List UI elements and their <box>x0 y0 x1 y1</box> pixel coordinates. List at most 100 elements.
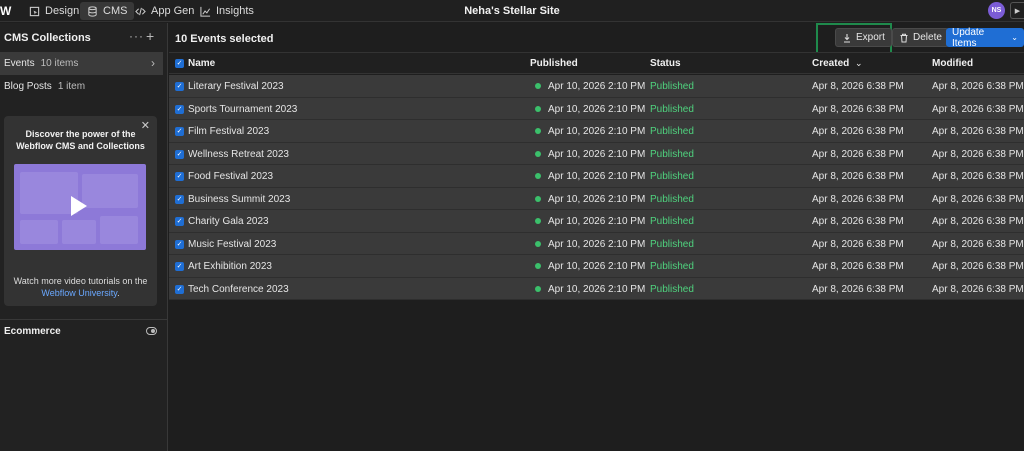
delete-button[interactable]: Delete <box>892 28 949 47</box>
row-published: Apr 10, 2026 2:10 PM <box>548 81 646 92</box>
row-status: Published <box>650 283 694 295</box>
update-items-label: Update Items <box>952 26 985 49</box>
published-dot-icon <box>535 105 541 112</box>
promo-title: Discover the power of the Webflow CMS an… <box>16 129 145 151</box>
row-modified: Apr 8, 2026 6:38 PM <box>932 103 1024 115</box>
row-name: Music Festival 2023 <box>188 238 277 250</box>
column-published[interactable]: Published <box>530 58 578 69</box>
top-bar: W Design CMS App Gen Insights Neha's Ste… <box>0 0 1024 22</box>
row-checkbox[interactable]: ✓ <box>175 262 184 271</box>
row-name: Wellness Retreat 2023 <box>188 148 289 160</box>
published-dot-icon <box>535 173 541 179</box>
sort-chevron-icon: ⌄ <box>855 58 863 68</box>
table-row[interactable]: ✓ Charity Gala 2023 Apr 10, 2026 2:10 PM… <box>169 210 1024 233</box>
row-checkbox[interactable]: ✓ <box>175 172 184 181</box>
table-row[interactable]: ✓ Wellness Retreat 2023 Apr 10, 2026 2:1… <box>169 142 1024 165</box>
row-status: Published <box>650 126 694 137</box>
table-row[interactable]: ✓ Film Festival 2023 Apr 10, 2026 2:10 P… <box>169 120 1024 143</box>
row-name: Charity Gala 2023 <box>188 216 269 227</box>
table-row[interactable]: ✓ Literary Festival 2023 Apr 10, 2026 2:… <box>169 75 1024 98</box>
table-row[interactable]: ✓ Art Exhibition 2023 Apr 10, 2026 2:10 … <box>169 255 1024 278</box>
row-created: Apr 8, 2026 6:38 PM <box>812 81 904 92</box>
collection-count: 10 items <box>40 58 79 69</box>
published-dot-icon <box>535 240 541 247</box>
chevron-down-icon: ⌄ <box>1011 33 1018 42</box>
table-row[interactable]: ✓ Business Summit 2023 Apr 10, 2026 2:10… <box>169 187 1024 210</box>
column-status[interactable]: Status <box>650 58 681 69</box>
export-icon <box>844 33 850 43</box>
row-status: Published <box>650 193 694 205</box>
row-name: Food Festival 2023 <box>188 171 274 182</box>
row-created: Apr 8, 2026 6:38 PM <box>812 261 904 272</box>
more-options-icon[interactable]: ··· <box>129 29 144 43</box>
table-row[interactable]: ✓ Tech Conference 2023 Apr 10, 2026 2:10… <box>169 277 1024 300</box>
selection-title: 10 Events selected <box>175 33 274 45</box>
published-dot-icon <box>535 128 541 134</box>
ecommerce-label: Ecommerce <box>4 326 61 337</box>
row-checkbox[interactable]: ✓ <box>175 149 184 159</box>
row-checkbox[interactable]: ✓ <box>175 104 184 114</box>
column-created-label: Created <box>812 58 850 69</box>
row-checkbox[interactable]: ✓ <box>175 194 184 204</box>
row-published: Apr 10, 2026 2:10 PM <box>548 193 646 205</box>
tab-app-gen[interactable]: App Gen <box>128 2 201 20</box>
row-published: Apr 10, 2026 2:10 PM <box>548 126 646 137</box>
column-created[interactable]: Created ⌄ <box>812 58 863 69</box>
row-checkbox[interactable]: ✓ <box>175 284 184 294</box>
webflow-logo[interactable]: W <box>0 4 14 18</box>
row-published: Apr 10, 2026 2:10 PM <box>548 103 646 115</box>
row-created: Apr 8, 2026 6:38 PM <box>812 126 904 137</box>
row-checkbox[interactable]: ✓ <box>175 127 184 136</box>
row-name: Business Summit 2023 <box>188 193 291 205</box>
promo-footer-end: . <box>117 288 120 298</box>
tab-design[interactable]: Design <box>22 2 86 20</box>
row-checkbox[interactable]: ✓ <box>175 239 184 249</box>
promo-video-thumbnail[interactable] <box>14 164 146 250</box>
published-dot-icon <box>535 150 541 157</box>
tab-insights[interactable]: Insights <box>193 2 261 20</box>
collection-name: Events <box>4 58 35 69</box>
row-status: Published <box>650 216 694 227</box>
row-modified: Apr 8, 2026 6:38 PM <box>932 238 1024 250</box>
row-modified: Apr 8, 2026 6:38 PM <box>932 81 1024 92</box>
row-published: Apr 10, 2026 2:10 PM <box>548 148 646 160</box>
tab-cms[interactable]: CMS <box>80 2 135 20</box>
chart-icon <box>200 6 211 17</box>
published-dot-icon <box>535 218 541 224</box>
row-status: Published <box>650 261 694 272</box>
row-checkbox[interactable]: ✓ <box>175 82 184 91</box>
sidebar-item-blog-posts[interactable]: Blog Posts 1 item <box>0 75 163 98</box>
add-collection-icon[interactable]: + <box>146 28 154 44</box>
chevron-right-icon: › <box>151 56 155 70</box>
preview-play-icon[interactable]: ▶ <box>1010 2 1024 19</box>
sidebar-title: CMS Collections <box>4 32 91 44</box>
row-created: Apr 8, 2026 6:38 PM <box>812 171 904 182</box>
export-button[interactable]: Export <box>835 28 892 47</box>
table-row[interactable]: ✓ Food Festival 2023 Apr 10, 2026 2:10 P… <box>169 165 1024 188</box>
sidebar-item-events[interactable]: Events 10 items › <box>0 52 163 75</box>
ecommerce-toggle[interactable] <box>146 327 157 335</box>
published-dot-icon <box>535 263 541 269</box>
row-modified: Apr 8, 2026 6:38 PM <box>932 216 1024 227</box>
table-header: ✓ Name Published Status Created ⌄ Modifi… <box>169 52 1024 74</box>
table-row[interactable]: ✓ Sports Tournament 2023 Apr 10, 2026 2:… <box>169 97 1024 120</box>
row-published: Apr 10, 2026 2:10 PM <box>548 216 646 227</box>
column-name[interactable]: Name <box>188 58 215 69</box>
trash-icon <box>900 33 908 42</box>
row-published: Apr 10, 2026 2:10 PM <box>548 238 646 250</box>
play-icon[interactable] <box>71 196 87 216</box>
tab-design-label: Design <box>45 5 80 17</box>
webflow-university-link[interactable]: Webflow University <box>41 288 117 298</box>
column-modified[interactable]: Modified <box>932 58 973 69</box>
row-status: Published <box>650 171 694 182</box>
update-items-button[interactable]: Update Items ⌄ <box>946 26 1024 49</box>
table-row[interactable]: ✓ Music Festival 2023 Apr 10, 2026 2:10 … <box>169 232 1024 255</box>
delete-label: Delete <box>913 32 942 43</box>
row-status: Published <box>650 81 694 92</box>
avatar[interactable]: NS <box>988 2 1005 19</box>
row-name: Literary Festival 2023 <box>188 81 284 92</box>
select-all-checkbox[interactable]: ✓ <box>175 59 184 68</box>
row-modified: Apr 8, 2026 6:38 PM <box>932 126 1024 137</box>
row-checkbox[interactable]: ✓ <box>175 217 184 226</box>
row-modified: Apr 8, 2026 6:38 PM <box>932 283 1024 295</box>
